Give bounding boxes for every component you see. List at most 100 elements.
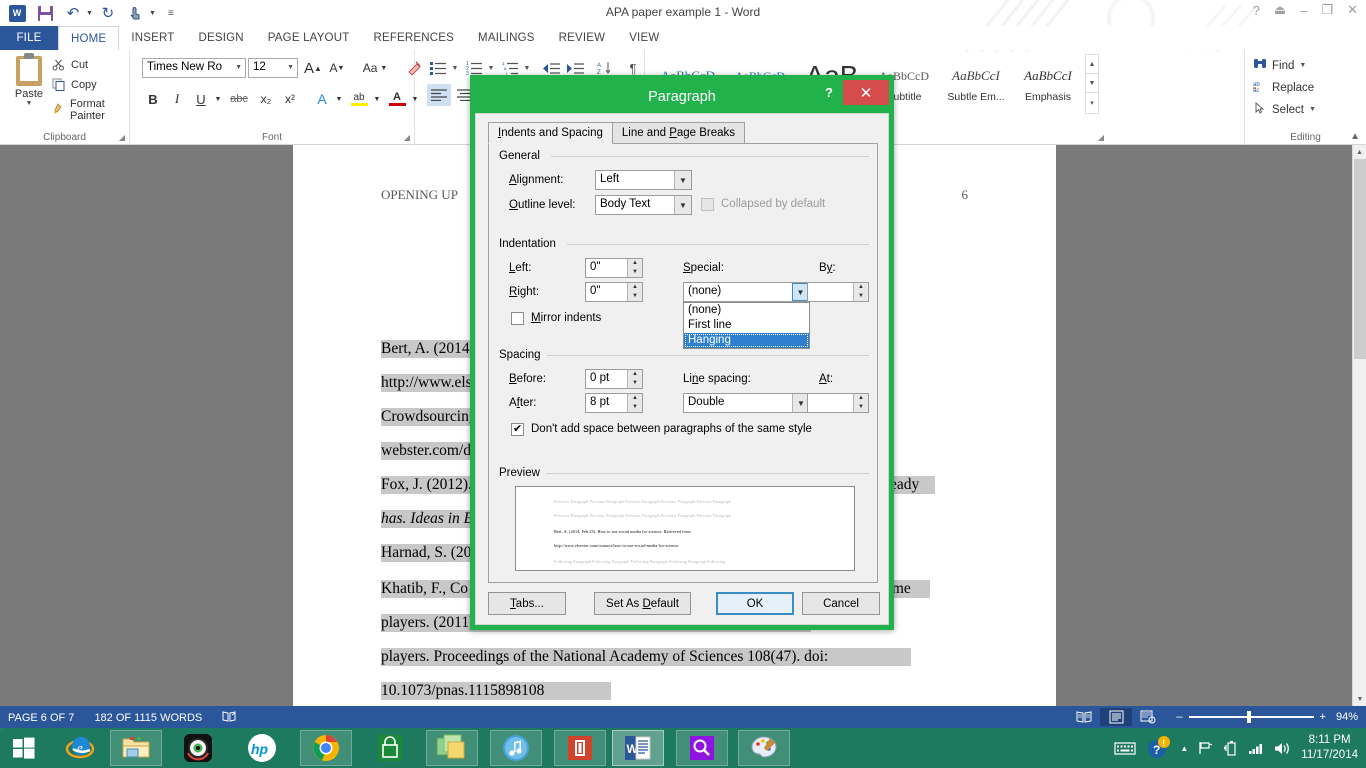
left-indent-input[interactable]: 0" ▲▼ xyxy=(585,258,643,278)
special-option-hanging[interactable]: Hanging xyxy=(684,333,809,348)
mirror-indents-checkbox[interactable] xyxy=(511,312,524,325)
taskbar-itunes[interactable] xyxy=(490,730,542,766)
spin-up-icon[interactable]: ▲ xyxy=(628,370,642,379)
format-painter-button[interactable]: Format Painter xyxy=(52,98,129,122)
font-size-input[interactable]: 12 ▼ xyxy=(248,58,298,78)
font-name-input[interactable]: Times New Ro ▼ xyxy=(142,58,246,78)
style-emphasis[interactable]: AaBbCcI Emphasis xyxy=(1013,54,1083,112)
font-color-button[interactable]: A xyxy=(384,88,410,110)
taskbar-hp-support[interactable]: hp xyxy=(236,730,288,766)
web-layout-icon[interactable] xyxy=(1132,708,1164,726)
paste-button[interactable]: Paste ▼ xyxy=(8,56,50,107)
spin-up-icon[interactable]: ▲ xyxy=(628,394,642,403)
proofing-errors-icon[interactable] xyxy=(222,710,237,726)
left-indent-spinner[interactable]: ▲▼ xyxy=(627,259,642,277)
by-input[interactable]: ▲▼ xyxy=(807,282,869,302)
after-spinner[interactable]: ▲▼ xyxy=(627,394,642,412)
word-count[interactable]: 182 OF 1115 WORDS xyxy=(94,712,202,724)
scrollbar-thumb[interactable] xyxy=(1354,159,1366,359)
spin-down-icon[interactable]: ▼ xyxy=(628,403,642,412)
after-input[interactable]: 8 pt ▲▼ xyxy=(585,393,643,413)
styles-scroll-down-icon[interactable]: ▼ xyxy=(1086,74,1098,93)
cut-button[interactable]: Cut xyxy=(52,58,88,72)
highlight-button[interactable]: ab xyxy=(346,88,372,110)
zoom-slider[interactable]: – + xyxy=(1176,711,1326,723)
font-size-dropdown-icon[interactable]: ▼ xyxy=(287,64,294,71)
at-spinner[interactable]: ▲▼ xyxy=(853,394,868,412)
dialog-help-icon[interactable]: ? xyxy=(825,85,833,100)
dialog-tab-line-and-page-breaks[interactable]: Line and Page Breaks xyxy=(612,122,745,144)
zoom-level[interactable]: 94% xyxy=(1336,711,1358,723)
bold-button[interactable]: B xyxy=(142,88,164,110)
strikethrough-button[interactable]: abc xyxy=(226,88,252,110)
taskbar-file-explorer[interactable] xyxy=(110,730,162,766)
scroll-down-icon[interactable]: ▼ xyxy=(1353,692,1366,706)
show-hidden-icons-icon[interactable]: ▲ xyxy=(1180,744,1188,753)
text-effects-dropdown-icon[interactable]: ▼ xyxy=(333,88,345,110)
text-effects-button[interactable]: A xyxy=(310,88,334,110)
flag-icon[interactable] xyxy=(1198,741,1214,755)
tab-review[interactable]: REVIEW xyxy=(547,26,618,50)
shrink-font-button[interactable]: A▼ xyxy=(326,58,348,78)
clock[interactable]: 8:11 PM 11/17/2014 xyxy=(1301,733,1358,763)
dialog-close-icon[interactable]: ✕ xyxy=(843,80,889,105)
right-indent-spinner[interactable]: ▲▼ xyxy=(627,283,642,301)
special-dropdown-list[interactable]: (none) First line Hanging xyxy=(683,302,810,349)
grow-font-button[interactable]: A▲ xyxy=(302,58,324,78)
window-controls[interactable]: ? ⏏ – ❐ ✕ xyxy=(1253,2,1358,18)
minimize-icon[interactable]: – xyxy=(1300,3,1307,18)
tab-references[interactable]: REFERENCES xyxy=(361,26,466,50)
spin-up-icon[interactable]: ▲ xyxy=(854,394,868,403)
special-combo[interactable]: (none) ▼ xyxy=(683,282,810,302)
read-mode-icon[interactable] xyxy=(1068,708,1100,726)
spin-down-icon[interactable]: ▼ xyxy=(854,292,868,301)
zoom-thumb[interactable] xyxy=(1247,711,1251,723)
before-input[interactable]: 0 pt ▲▼ xyxy=(585,369,643,389)
taskbar-internet-explorer[interactable]: e xyxy=(54,730,106,766)
align-left-button[interactable] xyxy=(427,84,451,106)
network-icon[interactable] xyxy=(1248,741,1264,755)
select-dropdown-icon[interactable]: ▼ xyxy=(1309,106,1316,113)
spin-up-icon[interactable]: ▲ xyxy=(628,283,642,292)
close-icon[interactable]: ✕ xyxy=(1347,2,1358,18)
tab-view[interactable]: VIEW xyxy=(617,26,671,50)
print-layout-icon[interactable] xyxy=(1100,708,1132,726)
alignment-combo[interactable]: Left ▼ xyxy=(595,170,692,190)
tab-design[interactable]: DESIGN xyxy=(186,26,255,50)
underline-dropdown-icon[interactable]: ▼ xyxy=(212,88,224,110)
volume-icon[interactable] xyxy=(1274,741,1291,756)
bullets-dropdown-icon[interactable]: ▼ xyxy=(449,58,461,78)
zoom-out-button[interactable]: – xyxy=(1176,711,1182,723)
styles-scroll[interactable]: ▲ ▼ ▾ xyxy=(1085,54,1099,114)
clipboard-dialog-launcher-icon[interactable]: ◢ xyxy=(119,133,125,142)
start-button[interactable] xyxy=(0,728,48,768)
dont-add-space-checkbox[interactable] xyxy=(511,423,524,436)
ok-button[interactable]: OK xyxy=(716,592,794,615)
style-subtle-emphasis[interactable]: AaBbCcI Subtle Em... xyxy=(941,54,1011,112)
battery-icon[interactable] xyxy=(1224,740,1238,756)
styles-dialog-launcher-icon[interactable]: ◢ xyxy=(1098,133,1104,142)
taskbar-search[interactable] xyxy=(676,730,728,766)
taskbar-google-chrome[interactable] xyxy=(300,730,352,766)
highlight-dropdown-icon[interactable]: ▼ xyxy=(371,88,383,110)
taskbar-office-app[interactable] xyxy=(554,730,606,766)
taskbar-paint[interactable] xyxy=(738,730,790,766)
help-icon[interactable]: ? xyxy=(1253,3,1260,18)
superscript-button[interactable]: x² xyxy=(278,88,302,110)
spin-down-icon[interactable]: ▼ xyxy=(854,403,868,412)
underline-button[interactable]: U xyxy=(190,88,212,110)
zoom-track[interactable] xyxy=(1189,716,1314,718)
spin-down-icon[interactable]: ▼ xyxy=(628,292,642,301)
styles-more-icon[interactable]: ▾ xyxy=(1086,93,1098,112)
vertical-scrollbar[interactable]: ▲ ▼ xyxy=(1352,145,1366,706)
spin-up-icon[interactable]: ▲ xyxy=(628,259,642,268)
replace-button[interactable]: abac Replace xyxy=(1253,80,1314,95)
right-indent-input[interactable]: 0" ▲▼ xyxy=(585,282,643,302)
dialog-tabs[interactable]: Indents and Spacing Line and Page Breaks xyxy=(488,122,744,144)
tabs-button[interactable]: Tabs... xyxy=(488,592,566,615)
taskbar-photos[interactable] xyxy=(426,730,478,766)
line-spacing-combo[interactable]: Double ▼ xyxy=(683,393,810,413)
by-spinner[interactable]: ▲▼ xyxy=(853,283,868,301)
before-spinner[interactable]: ▲▼ xyxy=(627,370,642,388)
ribbon-tabs[interactable]: FILE HOME INSERT DESIGN PAGE LAYOUT REFE… xyxy=(0,26,1366,50)
